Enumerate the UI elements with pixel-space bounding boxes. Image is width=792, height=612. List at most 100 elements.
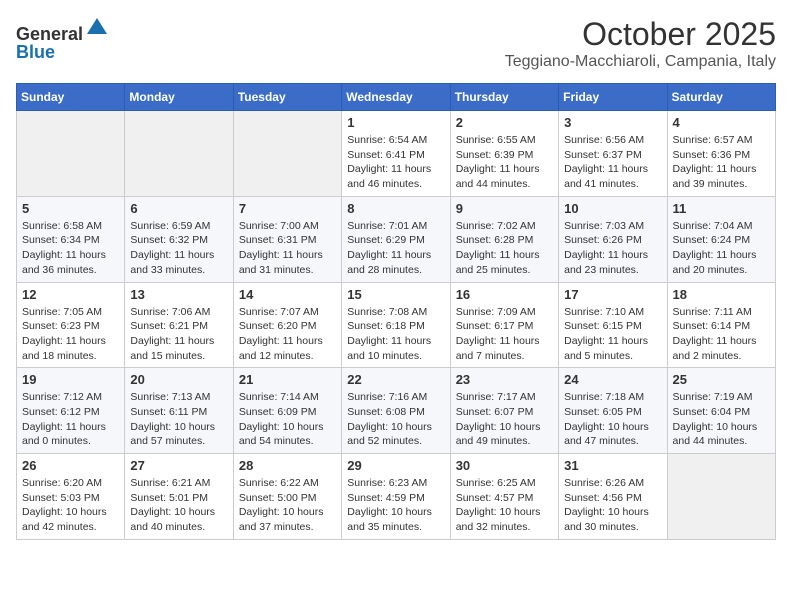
calendar-cell [125,111,233,197]
weekday-header-tuesday: Tuesday [233,84,341,111]
calendar-cell: 22 Sunrise: 7:16 AMSunset: 6:08 PMDayligh… [342,368,450,454]
calendar-cell: 25Sunrise: 7:19 AMSunset: 6:04 PMDayligh… [667,368,775,454]
day-info: Sunrise: 7:06 AMSunset: 6:21 PMDaylight:… [130,305,227,364]
day-info: Sunrise: 6:57 AMSunset: 6:36 PMDaylight:… [673,133,770,192]
day-info: Sunrise: 7:10 AMSunset: 6:15 PMDaylight:… [564,305,661,364]
weekday-header-sunday: Sunday [17,84,125,111]
page-header: General Blue October 2025 Teggiano-Macch… [16,16,776,71]
day-info: Sunrise: 6:59 AMSunset: 6:32 PMDaylight:… [130,219,227,278]
day-number: 23 [456,372,553,387]
week-row-4: 19 Sunrise: 7:12 AMSunset: 6:12 PMDayligh… [17,368,776,454]
day-info: Sunrise: 6:54 AMSunset: 6:41 PMDaylight:… [347,133,444,192]
day-number: 5 [22,201,119,216]
day-info: Sunrise: 6:26 AMSunset: 4:56 PMDaylight:… [564,476,661,535]
weekday-header-monday: Monday [125,84,233,111]
day-info: Sunrise: 7:01 AMSunset: 6:29 PMDaylight:… [347,219,444,278]
calendar-cell: 26Sunrise: 6:20 AMSunset: 5:03 PMDayligh… [17,454,125,540]
title-area: October 2025 Teggiano-Macchiaroli, Campa… [505,16,776,71]
calendar-cell: 13 Sunrise: 7:06 AMSunset: 6:21 PMDayligh… [125,282,233,368]
day-number: 21 [239,372,336,387]
calendar-cell: 14Sunrise: 7:07 AMSunset: 6:20 PMDayligh… [233,282,341,368]
calendar-cell: 2 Sunrise: 6:55 AMSunset: 6:39 PMDaylight… [450,111,558,197]
calendar-cell: 15Sunrise: 7:08 AMSunset: 6:18 PMDayligh… [342,282,450,368]
location-title: Teggiano-Macchiaroli, Campania, Italy [505,53,776,71]
day-number: 11 [673,201,770,216]
week-row-3: 12 Sunrise: 7:05 AMSunset: 6:23 PMDayligh… [17,282,776,368]
calendar-cell: 1 Sunrise: 6:54 AMSunset: 6:41 PMDaylight… [342,111,450,197]
calendar-cell [233,111,341,197]
day-number: 7 [239,201,336,216]
month-title: October 2025 [505,16,776,53]
day-info: Sunrise: 7:05 AMSunset: 6:23 PMDaylight:… [22,305,119,364]
calendar-cell: 31 Sunrise: 6:26 AMSunset: 4:56 PMDayligh… [559,454,667,540]
calendar-cell: 21 Sunrise: 7:14 AMSunset: 6:09 PMDayligh… [233,368,341,454]
calendar-cell: 12 Sunrise: 7:05 AMSunset: 6:23 PMDayligh… [17,282,125,368]
day-number: 19 [22,372,119,387]
week-row-5: 26Sunrise: 6:20 AMSunset: 5:03 PMDayligh… [17,454,776,540]
day-info: Sunrise: 7:04 AMSunset: 6:24 PMDaylight:… [673,219,770,278]
logo: General Blue [16,16,109,63]
day-number: 4 [673,115,770,130]
day-info: Sunrise: 7:14 AMSunset: 6:09 PMDaylight:… [239,390,336,449]
day-info: Sunrise: 7:19 AMSunset: 6:04 PMDaylight:… [673,390,770,449]
weekday-header-wednesday: Wednesday [342,84,450,111]
day-info: Sunrise: 7:18 AMSunset: 6:05 PMDaylight:… [564,390,661,449]
day-info: Sunrise: 6:21 AMSunset: 5:01 PMDaylight:… [130,476,227,535]
calendar-cell: 28Sunrise: 6:22 AMSunset: 5:00 PMDayligh… [233,454,341,540]
day-number: 29 [347,458,444,473]
calendar-cell: 27 Sunrise: 6:21 AMSunset: 5:01 PMDayligh… [125,454,233,540]
calendar-cell: 5 Sunrise: 6:58 AMSunset: 6:34 PMDaylight… [17,196,125,282]
day-info: Sunrise: 6:58 AMSunset: 6:34 PMDaylight:… [22,219,119,278]
calendar-cell: 4 Sunrise: 6:57 AMSunset: 6:36 PMDaylight… [667,111,775,197]
day-number: 3 [564,115,661,130]
day-info: Sunrise: 7:16 AMSunset: 6:08 PMDaylight:… [347,390,444,449]
day-number: 8 [347,201,444,216]
logo-icon [85,16,109,40]
day-number: 30 [456,458,553,473]
day-info: Sunrise: 7:13 AMSunset: 6:11 PMDaylight:… [130,390,227,449]
day-number: 10 [564,201,661,216]
day-number: 1 [347,115,444,130]
day-number: 16 [456,287,553,302]
calendar-cell: 18 Sunrise: 7:11 AMSunset: 6:14 PMDayligh… [667,282,775,368]
day-info: Sunrise: 6:23 AMSunset: 4:59 PMDaylight:… [347,476,444,535]
calendar-cell: 6Sunrise: 6:59 AMSunset: 6:32 PMDaylight… [125,196,233,282]
calendar-cell [667,454,775,540]
calendar-cell: 3 Sunrise: 6:56 AMSunset: 6:37 PMDaylight… [559,111,667,197]
week-row-1: 1 Sunrise: 6:54 AMSunset: 6:41 PMDaylight… [17,111,776,197]
day-number: 13 [130,287,227,302]
day-info: Sunrise: 7:00 AMSunset: 6:31 PMDaylight:… [239,219,336,278]
day-info: Sunrise: 7:17 AMSunset: 6:07 PMDaylight:… [456,390,553,449]
day-number: 31 [564,458,661,473]
day-number: 12 [22,287,119,302]
day-info: Sunrise: 7:12 AMSunset: 6:12 PMDaylight:… [22,390,119,449]
day-number: 22 [347,372,444,387]
day-number: 2 [456,115,553,130]
day-info: Sunrise: 7:03 AMSunset: 6:26 PMDaylight:… [564,219,661,278]
day-info: Sunrise: 6:55 AMSunset: 6:39 PMDaylight:… [456,133,553,192]
calendar-cell: 23 Sunrise: 7:17 AMSunset: 6:07 PMDayligh… [450,368,558,454]
calendar-cell: 19 Sunrise: 7:12 AMSunset: 6:12 PMDayligh… [17,368,125,454]
calendar-cell: 8 Sunrise: 7:01 AMSunset: 6:29 PMDaylight… [342,196,450,282]
calendar-cell: 17 Sunrise: 7:10 AMSunset: 6:15 PMDayligh… [559,282,667,368]
header-row: SundayMondayTuesdayWednesdayThursdayFrid… [17,84,776,111]
day-info: Sunrise: 7:02 AMSunset: 6:28 PMDaylight:… [456,219,553,278]
calendar-cell: 11 Sunrise: 7:04 AMSunset: 6:24 PMDayligh… [667,196,775,282]
calendar-cell: 9Sunrise: 7:02 AMSunset: 6:28 PMDaylight… [450,196,558,282]
day-info: Sunrise: 6:56 AMSunset: 6:37 PMDaylight:… [564,133,661,192]
day-number: 27 [130,458,227,473]
calendar-table: SundayMondayTuesdayWednesdayThursdayFrid… [16,83,776,540]
calendar-cell: 24 Sunrise: 7:18 AMSunset: 6:05 PMDayligh… [559,368,667,454]
day-number: 18 [673,287,770,302]
calendar-cell: 30 Sunrise: 6:25 AMSunset: 4:57 PMDayligh… [450,454,558,540]
day-number: 14 [239,287,336,302]
weekday-header-saturday: Saturday [667,84,775,111]
day-info: Sunrise: 7:08 AMSunset: 6:18 PMDaylight:… [347,305,444,364]
day-number: 24 [564,372,661,387]
calendar-cell: 20Sunrise: 7:13 AMSunset: 6:11 PMDayligh… [125,368,233,454]
day-info: Sunrise: 7:11 AMSunset: 6:14 PMDaylight:… [673,305,770,364]
week-row-2: 5 Sunrise: 6:58 AMSunset: 6:34 PMDaylight… [17,196,776,282]
day-number: 17 [564,287,661,302]
day-info: Sunrise: 6:25 AMSunset: 4:57 PMDaylight:… [456,476,553,535]
weekday-header-thursday: Thursday [450,84,558,111]
